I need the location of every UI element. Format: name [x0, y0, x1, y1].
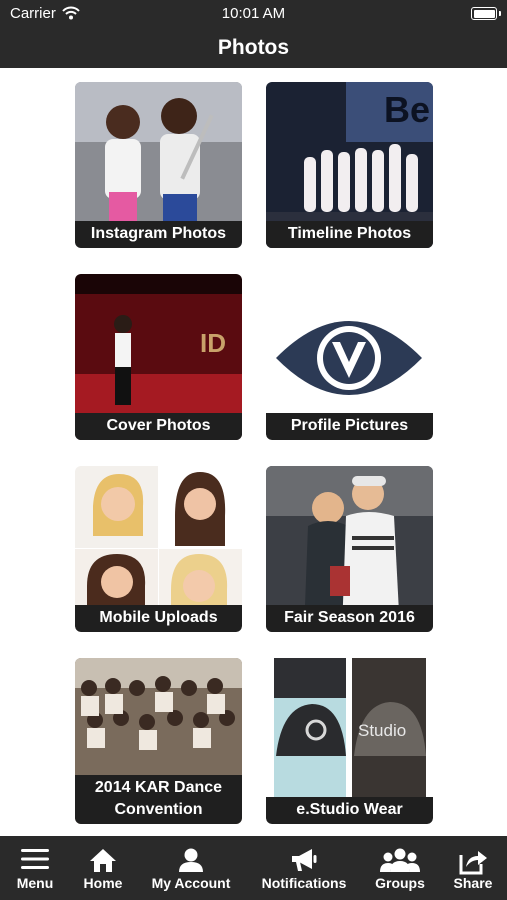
- album-label: 2014 KAR Dance Convention: [75, 775, 242, 824]
- battery-tip: [499, 11, 501, 16]
- album-e-studio-wear[interactable]: Studio e.Studio Wear: [266, 658, 433, 824]
- menu-icon: [21, 849, 49, 869]
- home-icon: [90, 849, 116, 872]
- album-instagram-photos[interactable]: Instagram Photos: [75, 82, 242, 248]
- album-timeline-photos[interactable]: Be Timeline Photos: [266, 82, 433, 248]
- tab-home[interactable]: Home: [72, 836, 134, 900]
- tab-label: Share: [453, 875, 493, 891]
- album-label: Fair Season 2016: [266, 605, 433, 632]
- album-profile-pictures[interactable]: Profile Pictures: [266, 274, 433, 440]
- battery-icon: [471, 7, 497, 20]
- album-fair-season-2016[interactable]: Fair Season 2016: [266, 466, 433, 632]
- megaphone-icon: [292, 849, 317, 871]
- status-bar: Carrier 10:01 AM: [0, 0, 507, 28]
- user-icon: [179, 848, 203, 872]
- clock: 10:01 AM: [221, 5, 286, 22]
- tab-label: Notifications: [261, 875, 347, 891]
- group-icon: [380, 848, 420, 872]
- svg-text:Studio: Studio: [358, 721, 406, 740]
- tab-groups[interactable]: Groups: [370, 836, 430, 900]
- tab-bar: Menu Home My Account Notifications Group…: [0, 836, 507, 900]
- album-mobile-uploads[interactable]: Mobile Uploads: [75, 466, 242, 632]
- tab-label: My Account: [151, 875, 231, 891]
- svg-text:ID: ID: [200, 328, 226, 358]
- tab-label: Menu: [16, 875, 54, 891]
- album-label: Timeline Photos: [266, 221, 433, 248]
- svg-text:Be: Be: [384, 89, 430, 130]
- page-title: Photos: [217, 36, 290, 59]
- nav-bar: Photos: [0, 28, 507, 68]
- tab-share[interactable]: Share: [446, 836, 500, 900]
- album-2014-kar-dance-convention[interactable]: 2014 KAR Dance Convention: [75, 658, 242, 824]
- share-icon: [459, 851, 487, 875]
- album-label: Mobile Uploads: [75, 605, 242, 632]
- tab-menu[interactable]: Menu: [0, 836, 70, 900]
- tab-my-account[interactable]: My Account: [146, 836, 236, 900]
- album-grid: Instagram Photos Be Timeline Photos ID C…: [0, 68, 507, 836]
- tab-label: Groups: [375, 875, 425, 891]
- album-label: e.Studio Wear: [266, 797, 433, 824]
- album-label: Cover Photos: [75, 413, 242, 440]
- tab-label: Home: [83, 875, 123, 891]
- album-cover-photos[interactable]: ID Cover Photos: [75, 274, 242, 440]
- album-label: Instagram Photos: [75, 221, 242, 248]
- album-label: Profile Pictures: [266, 413, 433, 440]
- tab-notifications[interactable]: Notifications: [256, 836, 352, 900]
